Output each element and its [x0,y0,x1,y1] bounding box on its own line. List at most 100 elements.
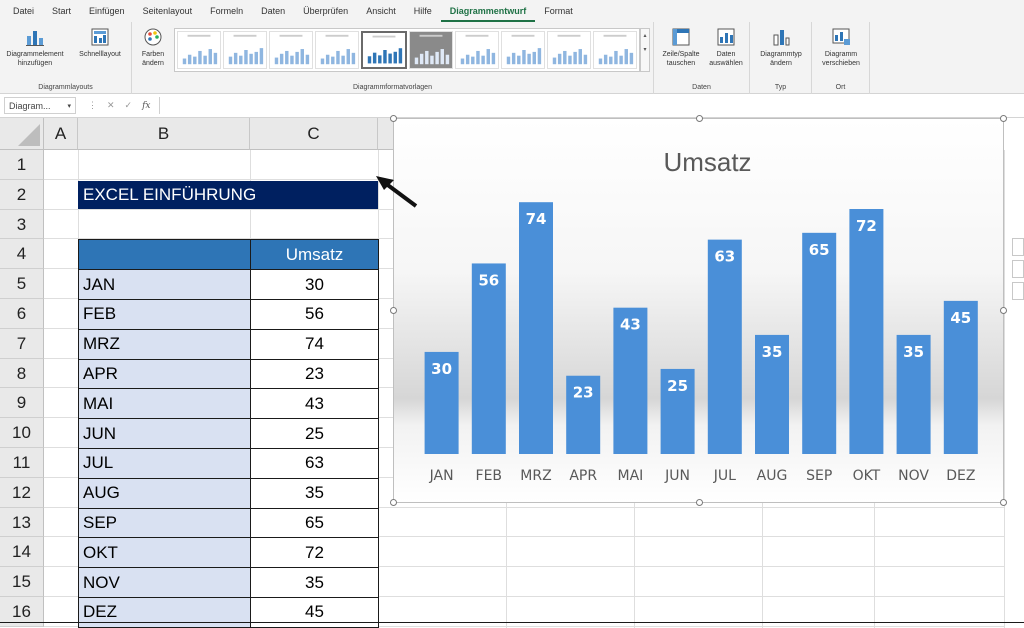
resize-handle[interactable] [696,499,703,506]
resize-handle[interactable] [696,115,703,122]
insert-function-icon[interactable]: fx [142,101,150,111]
row-header[interactable]: 3 [0,209,44,240]
resize-handle[interactable] [390,499,397,506]
menu-tab-1[interactable]: Start [43,0,80,22]
row-header[interactable]: 9 [0,388,44,419]
chart-bar[interactable] [471,263,506,454]
table-cell-value[interactable]: 35 [250,477,379,509]
menu-tab-6[interactable]: Überprüfen [294,0,357,22]
table-cell-month[interactable]: APR [78,358,251,390]
table-cell-month[interactable]: SEP [78,507,251,539]
column-header[interactable]: A [44,118,78,150]
switch-row-column-button[interactable]: Zeile/Spalte tauschen [658,26,704,68]
chart-style-thumbnail[interactable] [177,31,221,69]
table-header-blank[interactable] [78,239,251,271]
change-colors-button[interactable]: Farben ändern [136,26,170,68]
row-header[interactable]: 4 [0,239,44,270]
menu-tab-10[interactable]: Format [535,0,582,22]
resize-handle[interactable] [1000,499,1007,506]
menu-tab-2[interactable]: Einfügen [80,0,134,22]
chart-style-thumbnail[interactable] [455,31,499,69]
title-cell-excel-intro[interactable]: EXCEL EINFÜHRUNG [78,180,378,209]
table-cell-month[interactable]: DEZ [78,597,251,628]
table-cell-value[interactable]: 35 [250,567,379,598]
chart-filter-button[interactable] [1012,282,1024,300]
table-cell-value[interactable]: 63 [250,448,379,479]
row-header[interactable]: 15 [0,567,44,597]
table-cell-value[interactable]: 30 [250,269,379,300]
confirm-icon[interactable]: ✓ [125,100,133,111]
select-all-corner[interactable] [0,118,44,150]
row-header[interactable]: 1 [0,150,44,180]
resize-handle[interactable] [390,307,397,314]
name-box[interactable]: Diagram... ▾ [4,97,76,114]
table-cell-month[interactable]: JUL [78,448,251,479]
chart-style-thumbnail[interactable] [315,31,359,69]
add-chart-element-button[interactable]: Diagrammelement hinzufügen [4,26,66,68]
table-cell-value[interactable]: 65 [250,507,379,539]
table-cell-value[interactable]: 74 [250,328,379,360]
table-cell-month[interactable]: NOV [78,567,251,598]
chart-title[interactable]: Umsatz [663,147,751,177]
column-header[interactable]: C [250,118,378,150]
row-header[interactable]: 14 [0,537,44,568]
row-header[interactable]: 6 [0,299,44,329]
row-header[interactable]: 8 [0,358,44,389]
chart-style-thumbnail[interactable] [269,31,313,69]
chart-style-thumbnail[interactable] [361,31,407,69]
change-chart-type-button[interactable]: Diagrammtyp ändern [754,26,808,68]
chart-style-thumbnail[interactable] [501,31,545,69]
row-header[interactable]: 10 [0,418,44,448]
chart-bar[interactable] [519,202,553,454]
row-header[interactable]: 11 [0,448,44,478]
table-cell-month[interactable]: MRZ [78,328,251,360]
menu-tab-5[interactable]: Daten [252,0,294,22]
row-header[interactable]: 2 [0,179,44,210]
table-cell-month[interactable]: MAI [78,388,251,420]
table-cell-value[interactable]: 23 [250,358,379,390]
table-cell-value[interactable]: 43 [250,388,379,420]
chart-bar[interactable] [707,239,742,454]
table-cell-value[interactable]: 56 [250,299,379,330]
resize-handle[interactable] [390,115,397,122]
chart-style-thumbnail[interactable] [593,31,637,69]
chart-bar[interactable] [849,209,884,454]
table-cell-month[interactable]: JAN [78,269,251,300]
row-header[interactable]: 12 [0,477,44,508]
table-cell-month[interactable]: FEB [78,299,251,330]
chart-styles-button[interactable] [1012,260,1024,278]
chart-style-thumbnail[interactable] [223,31,267,69]
table-cell-value[interactable]: 25 [250,418,379,449]
select-data-button[interactable]: Daten auswählen [704,26,748,68]
table-cell-month[interactable]: JUN [78,418,251,449]
menu-tab-9[interactable]: Diagrammentwurf [440,0,536,22]
row-header[interactable]: 5 [0,269,44,299]
row-header[interactable]: 13 [0,507,44,538]
table-header-umsatz[interactable]: Umsatz [250,239,379,271]
chart-style-thumbnail[interactable] [409,31,453,69]
chart-bar[interactable] [802,232,837,454]
chart-elements-button[interactable] [1012,238,1024,256]
menu-tab-8[interactable]: Hilfe [405,0,441,22]
chart-category-label: JUL [713,468,736,484]
table-cell-value[interactable]: 72 [250,537,379,569]
move-chart-button[interactable]: Diagramm verschieben [816,26,866,68]
table-cell-value[interactable]: 45 [250,597,379,628]
menu-tab-3[interactable]: Seitenlayout [134,0,202,22]
column-header[interactable]: B [78,118,250,150]
gallery-scroll-button[interactable]: ▴ ▾ [640,28,650,72]
menu-tab-7[interactable]: Ansicht [357,0,405,22]
chart-style-gallery[interactable] [174,28,640,72]
table-cell-month[interactable]: OKT [78,537,251,569]
column-chart[interactable]: Umsatz 30 JAN 56 FEB 74 MRZ 23 APR 43 MAI 25 JUN 63 JU… [390,115,1007,506]
resize-handle[interactable] [1000,307,1007,314]
table-cell-month[interactable]: AUG [78,477,251,509]
row-header[interactable]: 7 [0,328,44,359]
chart-style-thumbnail[interactable] [547,31,591,69]
resize-handle[interactable] [1000,115,1007,122]
menu-tab-0[interactable]: Datei [4,0,43,22]
quick-layout-button[interactable]: Schnelllayout [72,26,128,59]
formula-input[interactable] [158,97,1024,114]
cancel-icon[interactable]: ✕ [107,100,115,111]
menu-tab-4[interactable]: Formeln [201,0,252,22]
